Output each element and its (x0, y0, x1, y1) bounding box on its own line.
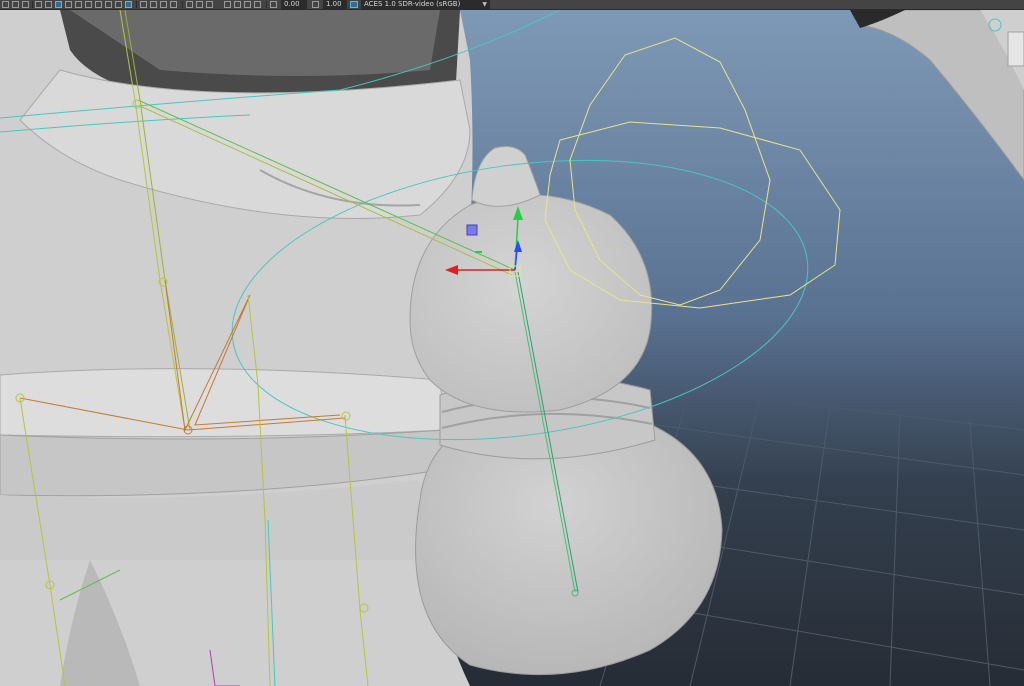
field-chart-icon[interactable] (160, 1, 167, 8)
film-gate-icon[interactable] (196, 1, 203, 8)
anti-alias-icon[interactable] (95, 1, 102, 8)
resolution-gate-icon[interactable] (140, 1, 147, 8)
camera-icon[interactable] (12, 1, 19, 8)
exposure-icon[interactable] (270, 1, 277, 8)
textured-icon[interactable] (45, 1, 52, 8)
safe-title-icon[interactable] (186, 1, 193, 8)
chevron-down-icon: ▼ (482, 1, 487, 8)
wireframe-on-shaded-icon[interactable] (254, 1, 261, 8)
color-management-icon[interactable] (350, 1, 358, 8)
gamma-icon[interactable] (312, 1, 319, 8)
shadows-icon[interactable] (65, 1, 72, 8)
two-sided-icon[interactable] (224, 1, 231, 8)
grid-icon[interactable] (2, 1, 9, 8)
overscan-icon[interactable] (206, 1, 213, 8)
viewport-toolbar: 0.00 1.00 ACES 1.0 SDR-video (sRGB) ▼ (0, 0, 1024, 10)
isolate-icon[interactable] (105, 1, 112, 8)
color-space-select[interactable]: ACES 1.0 SDR-video (sRGB) ▼ (361, 0, 490, 9)
smooth-shade-icon[interactable] (35, 1, 42, 8)
wireframe-icon[interactable] (22, 1, 29, 8)
color-management-group: ACES 1.0 SDR-video (sRGB) ▼ (350, 0, 490, 9)
plane-handle[interactable] (466, 224, 478, 236)
lights-icon[interactable] (55, 1, 62, 8)
ambient-occlusion-icon[interactable] (75, 1, 82, 8)
exposure-field[interactable]: 0.00 (281, 0, 307, 9)
safe-action-icon[interactable] (170, 1, 177, 8)
3d-viewport[interactable] (0, 10, 1024, 686)
color-space-label: ACES 1.0 SDR-video (sRGB) (364, 0, 461, 8)
xray-joints-icon[interactable] (125, 1, 132, 8)
gamma-field[interactable]: 1.00 (323, 0, 347, 9)
backface-icon[interactable] (234, 1, 241, 8)
gate-mask-icon[interactable] (150, 1, 157, 8)
default-material-icon[interactable] (244, 1, 251, 8)
xray-icon[interactable] (115, 1, 122, 8)
motion-blur-icon[interactable] (85, 1, 92, 8)
